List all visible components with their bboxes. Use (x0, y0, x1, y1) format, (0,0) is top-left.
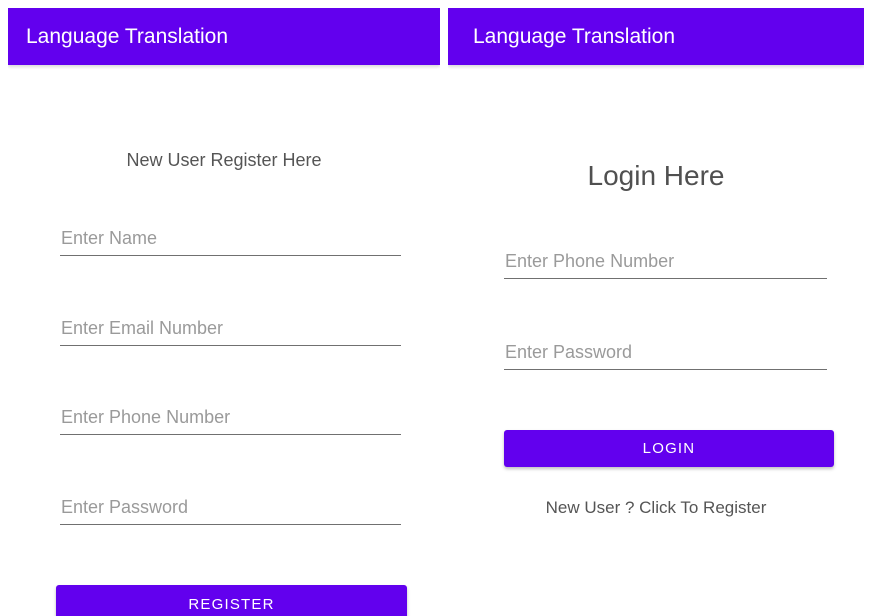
register-link[interactable]: New User ? Click To Register (448, 498, 864, 518)
password-input[interactable] (504, 336, 828, 369)
password-field (504, 336, 828, 370)
phone-input[interactable] (60, 401, 402, 434)
password-input[interactable] (60, 491, 402, 524)
phone-input[interactable] (504, 245, 828, 278)
app-bar: Language Translation (448, 8, 864, 65)
login-screen: Language Translation Login Here LOGIN Ne… (448, 8, 864, 616)
password-field (60, 491, 402, 525)
register-screen: Language Translation New User Register H… (8, 8, 440, 616)
email-input[interactable] (60, 312, 402, 345)
login-button[interactable]: LOGIN (504, 430, 834, 467)
app-title: Language Translation (26, 25, 228, 48)
name-input[interactable] (60, 222, 402, 255)
login-heading: Login Here (587, 160, 725, 191)
name-field (60, 222, 402, 256)
app-title: Language Translation (473, 25, 675, 48)
phone-field (60, 401, 402, 435)
app-bar: Language Translation (8, 8, 440, 65)
register-heading: New User Register Here (126, 150, 322, 170)
register-button[interactable]: REGISTER (56, 585, 407, 616)
phone-field (504, 245, 828, 279)
email-field (60, 312, 402, 346)
